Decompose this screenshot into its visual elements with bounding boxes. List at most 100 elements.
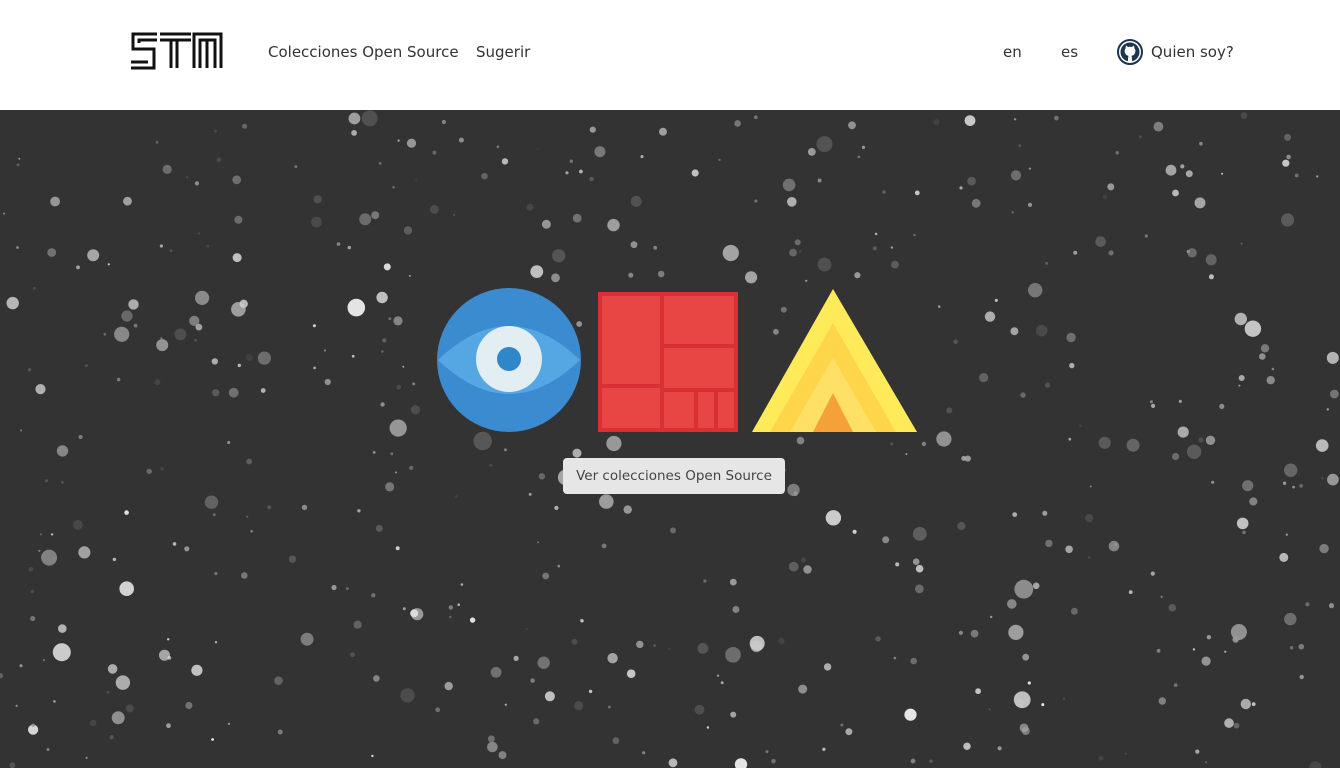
particle-dot bbox=[246, 515, 249, 518]
particle-dot bbox=[606, 435, 622, 452]
particle-dot bbox=[114, 326, 130, 342]
particle-dot bbox=[1079, 424, 1082, 427]
github-icon[interactable] bbox=[1117, 39, 1143, 65]
particle-dot bbox=[538, 473, 546, 480]
particle-dot bbox=[789, 248, 797, 257]
particle-dot bbox=[697, 643, 709, 654]
particle-dot bbox=[1194, 197, 1206, 209]
particle-dot bbox=[988, 708, 991, 711]
particle-dot bbox=[1185, 170, 1193, 178]
particle-dot bbox=[267, 505, 272, 510]
particle-dot bbox=[415, 179, 418, 182]
particle-dot bbox=[1008, 624, 1024, 641]
hero-section: Ver colecciones Open Source bbox=[0, 110, 1340, 768]
particle-dot bbox=[167, 656, 172, 660]
site-logo[interactable] bbox=[130, 31, 224, 71]
particle-dot bbox=[1178, 399, 1182, 403]
particle-dot bbox=[1234, 312, 1248, 326]
particle-dot bbox=[1070, 607, 1078, 615]
particle-dot bbox=[1028, 283, 1043, 298]
particle-dot bbox=[460, 583, 464, 586]
particle-dot bbox=[612, 737, 620, 745]
particle-dot bbox=[128, 299, 139, 310]
particle-dot bbox=[530, 265, 544, 278]
particle-dot bbox=[393, 316, 403, 326]
particle-dot bbox=[453, 213, 456, 216]
particle-dot bbox=[435, 707, 441, 713]
particle-dot bbox=[410, 609, 419, 618]
nav-about-link[interactable]: Quien soy? bbox=[1151, 42, 1234, 62]
particle-dot bbox=[489, 463, 493, 467]
particle-dot bbox=[799, 249, 802, 253]
particle-dot bbox=[1251, 702, 1256, 706]
particle-dot bbox=[718, 158, 721, 162]
particle-dot bbox=[1165, 164, 1177, 176]
particle-dot bbox=[473, 431, 492, 451]
particle-dot bbox=[1240, 242, 1243, 245]
particle-dot bbox=[1282, 481, 1287, 485]
particle-dot bbox=[46, 748, 50, 751]
particle-dot bbox=[754, 115, 758, 119]
particle-dot bbox=[525, 627, 528, 630]
particle-dot bbox=[53, 700, 56, 703]
particle-dot bbox=[961, 455, 967, 461]
particle-dot bbox=[6, 296, 19, 310]
language-en-link[interactable]: en bbox=[1003, 42, 1022, 62]
particle-dot bbox=[232, 253, 242, 263]
particle-dot bbox=[782, 178, 796, 192]
particle-dot bbox=[754, 199, 758, 203]
particle-dot bbox=[1087, 556, 1091, 559]
particle-dot bbox=[1095, 236, 1106, 247]
particle-dot bbox=[640, 155, 644, 159]
particle-dot bbox=[1115, 151, 1119, 155]
particle-dot bbox=[189, 315, 200, 326]
particle-dot bbox=[1018, 144, 1022, 148]
particle-dot bbox=[957, 521, 966, 531]
view-collections-button[interactable]: Ver colecciones Open Source bbox=[563, 458, 785, 494]
particle-dot bbox=[668, 758, 678, 768]
particle-dot bbox=[1326, 351, 1339, 364]
particle-dot bbox=[912, 527, 927, 541]
particle-dot bbox=[1309, 761, 1322, 768]
particle-dot bbox=[1319, 543, 1329, 554]
particle-dot bbox=[345, 587, 349, 591]
particle-dot bbox=[1068, 437, 1072, 441]
particle-dot bbox=[933, 119, 940, 126]
particle-dot bbox=[1260, 344, 1270, 353]
particle-dot bbox=[1285, 533, 1288, 536]
particle-dot bbox=[371, 211, 380, 220]
particle-dot bbox=[1238, 384, 1241, 387]
particle-dot bbox=[159, 244, 163, 248]
particle-dot bbox=[628, 272, 634, 278]
particle-dot bbox=[52, 643, 71, 662]
particle-dot bbox=[1327, 473, 1339, 486]
particle-dot bbox=[1085, 514, 1094, 523]
particle-dot bbox=[19, 664, 23, 668]
particle-dot bbox=[9, 762, 16, 768]
particle-dot bbox=[1259, 353, 1266, 360]
particle-dot bbox=[914, 190, 920, 196]
particle-dot bbox=[994, 298, 998, 302]
particle-dot bbox=[572, 213, 582, 223]
particle-dot bbox=[734, 120, 741, 127]
particle-dot bbox=[227, 441, 231, 444]
particle-dot bbox=[990, 615, 993, 619]
nav-suggest-link[interactable]: Sugerir bbox=[476, 42, 530, 62]
particle-dot bbox=[1013, 691, 1031, 709]
language-es-link[interactable]: es bbox=[1061, 42, 1078, 62]
particle-dot bbox=[845, 728, 853, 736]
particle-dot bbox=[412, 382, 416, 386]
particle-dot bbox=[745, 271, 758, 284]
particle-dot bbox=[214, 129, 217, 133]
particle-dot bbox=[904, 708, 917, 721]
nav-collections-link[interactable]: Colecciones Open Source bbox=[268, 42, 459, 62]
particle-dot bbox=[729, 578, 737, 586]
particle-dot bbox=[206, 244, 210, 248]
particle-dot bbox=[1020, 392, 1026, 398]
particle-dot bbox=[42, 659, 46, 662]
particle-dot bbox=[16, 246, 19, 249]
particle-dot bbox=[1027, 202, 1033, 207]
particle-dot bbox=[1305, 602, 1310, 607]
particle-dot bbox=[1199, 141, 1203, 146]
particle-dot bbox=[670, 527, 676, 534]
